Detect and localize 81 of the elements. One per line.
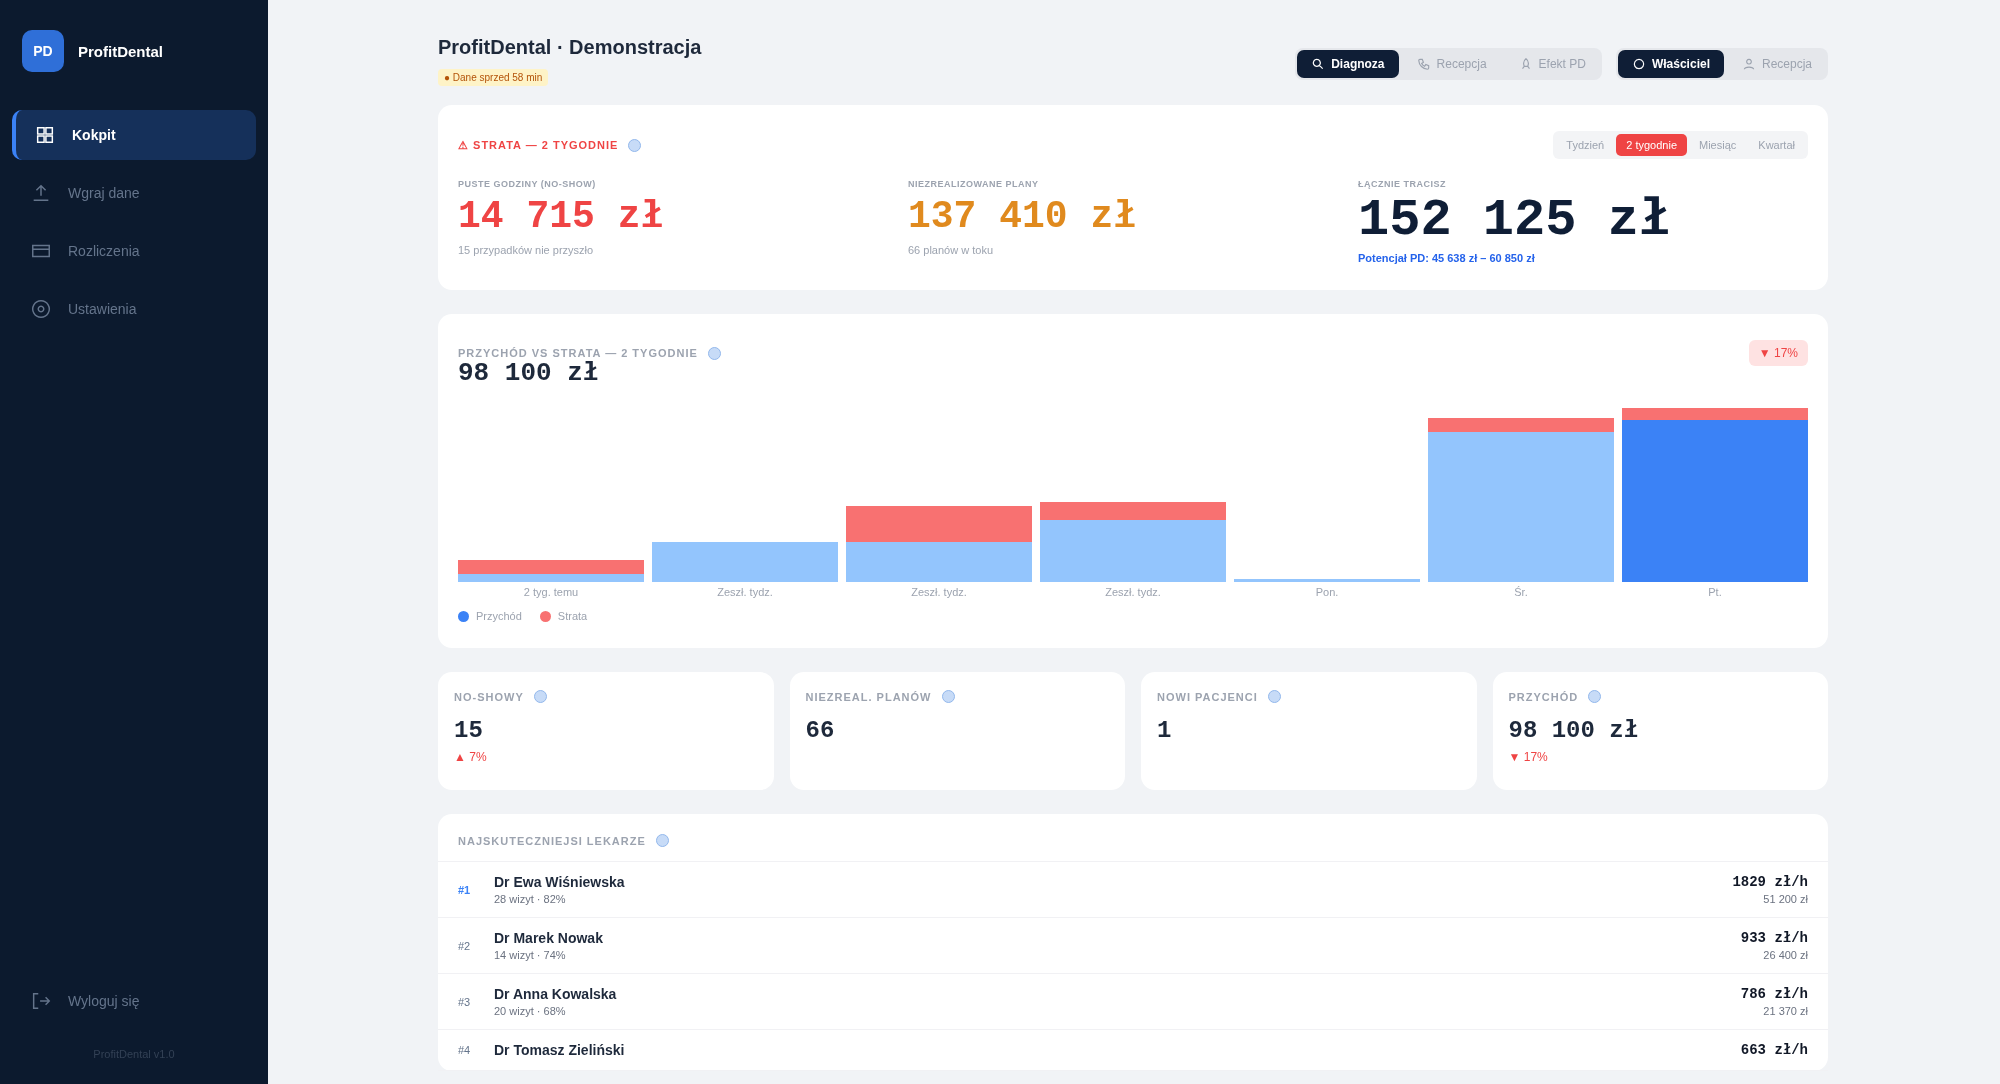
info-icon [707, 346, 721, 360]
info-icon [1588, 690, 1602, 703]
doctor-detail: 14 wizyt · 74% [494, 949, 567, 961]
nav-item[interactable]: Ustawienia [12, 284, 256, 334]
kpi-value: 1 [1157, 717, 1173, 744]
doctor-total: 51 200 zł [1762, 893, 1808, 905]
info-icon [655, 834, 669, 847]
metric-label: ŁĄCZNIE TRACISZ [1358, 179, 1447, 189]
period-tab[interactable]: Kwartał [1748, 134, 1805, 156]
status-badge: ● Dane sprzed 58 min [438, 69, 549, 86]
rank-label: #4 [458, 1044, 472, 1056]
doctor-total: 21 370 zł [1762, 1005, 1808, 1017]
kpi-value: 66 [805, 717, 836, 744]
info-icon [941, 690, 955, 703]
card-title: NAJSKUTECZNIEJSI LEKARZE [458, 834, 646, 847]
doctor-detail: 28 wizyt · 82% [494, 893, 567, 905]
axis-label: Zeszł. tydz. [716, 586, 774, 598]
metric-note: Potencjał PD: 45 638 zł – 60 850 zł [1358, 252, 1536, 264]
axis-label: Pt. [1707, 586, 1723, 598]
hourly-rate: 786 zł/h [1740, 986, 1808, 1002]
search-icon [1311, 57, 1326, 71]
logo-badge: PD [22, 30, 64, 72]
kpi-label: NIEZREAL. PLANÓW [805, 690, 932, 703]
kpi-change: ▼ 17% [1508, 750, 1549, 764]
view-button[interactable]: Diagnoza [1297, 50, 1399, 78]
view-button[interactable]: Efekt PD [1504, 50, 1600, 78]
metric-value: 14 715 zł [458, 195, 665, 238]
hourly-rate: 933 zł/h [1740, 930, 1808, 946]
period-tab[interactable]: 2 tygodnie [1616, 134, 1687, 156]
kpi-label: NOWI PACJENCI [1157, 690, 1258, 703]
view-button[interactable]: Recepcja [1402, 50, 1501, 78]
nav-item[interactable]: Wgraj dane [12, 168, 256, 218]
metric-note: 66 planów w toku [908, 244, 994, 256]
metric-label: PUSTE GODZINY (NO-SHOW) [458, 179, 597, 189]
info-icon [628, 138, 642, 152]
change-badge: ▼ 17% [1748, 340, 1808, 366]
doctor-detail: 20 wizyt · 68% [494, 1005, 567, 1017]
doctor-name: Dr Marek Nowak [494, 930, 604, 946]
axis-label: Śr. [1513, 586, 1529, 598]
doctor-name: Dr Ewa Wiśniewska [494, 874, 626, 890]
revenue-value: 98 100 zł [458, 358, 600, 388]
role-button[interactable]: Recepcja [1727, 50, 1826, 78]
metric-value: 137 410 zł [908, 195, 1138, 238]
rank-label: #2 [458, 939, 472, 952]
card-title: PRZYCHÓD VS STRATA — 2 TYGODNIE [458, 347, 698, 359]
grid-icon [34, 124, 56, 146]
person-icon [1741, 57, 1756, 71]
info-icon [533, 690, 547, 703]
page-title: ProfitDental · Demonstracja [438, 36, 702, 59]
legend-label: Przychód [476, 610, 522, 622]
rank-label: #1 [458, 883, 472, 896]
card-title: ⚠ STRATA — 2 TYGODNIE [458, 138, 619, 152]
role-button[interactable]: Właściciel [1617, 50, 1724, 78]
kpi-label: PRZYCHÓD [1508, 690, 1579, 703]
axis-label: Zeszł. tydz. [910, 586, 968, 598]
legend-label: Strata [557, 610, 588, 622]
axis-label: Pon. [1314, 586, 1340, 598]
info-icon [1267, 690, 1281, 703]
logout-icon [30, 990, 52, 1012]
axis-label: 2 tyg. temu [522, 586, 580, 598]
kpi-value: 15 [454, 717, 484, 744]
doctor-total: 26 400 zł [1762, 949, 1808, 961]
kpi-value: 98 100 zł [1508, 717, 1640, 744]
nav-item[interactable]: Kokpit [12, 110, 256, 160]
metric-label: NIEZREALIZOWANE PLANY [908, 179, 1040, 189]
rank-label: #3 [458, 995, 472, 1008]
nav-item[interactable]: Rozliczenia [12, 226, 256, 276]
hourly-rate: 1829 zł/h [1732, 874, 1808, 890]
kpi-change: ▲ 7% [454, 750, 488, 764]
phone-icon [1416, 57, 1431, 71]
doctor-name: Dr Anna Kowalska [494, 986, 618, 1002]
metric-note: 15 przypadków nie przyszło [458, 244, 595, 256]
doctor-name: Dr Tomasz Zieliński [494, 1042, 626, 1058]
logout-link[interactable]: Wyloguj się [12, 976, 256, 1026]
period-tab[interactable]: Miesiąc [1689, 134, 1747, 156]
kpi-label: NO-SHOWY [454, 690, 524, 703]
metric-value: 152 125 zł [1358, 191, 1672, 250]
axis-label: Zeszł. tydz. [1104, 586, 1162, 598]
brand-name: ProfitDental [78, 42, 163, 60]
period-tab[interactable]: Tydzień [1556, 134, 1615, 156]
hourly-rate: 663 zł/h [1740, 1042, 1808, 1058]
